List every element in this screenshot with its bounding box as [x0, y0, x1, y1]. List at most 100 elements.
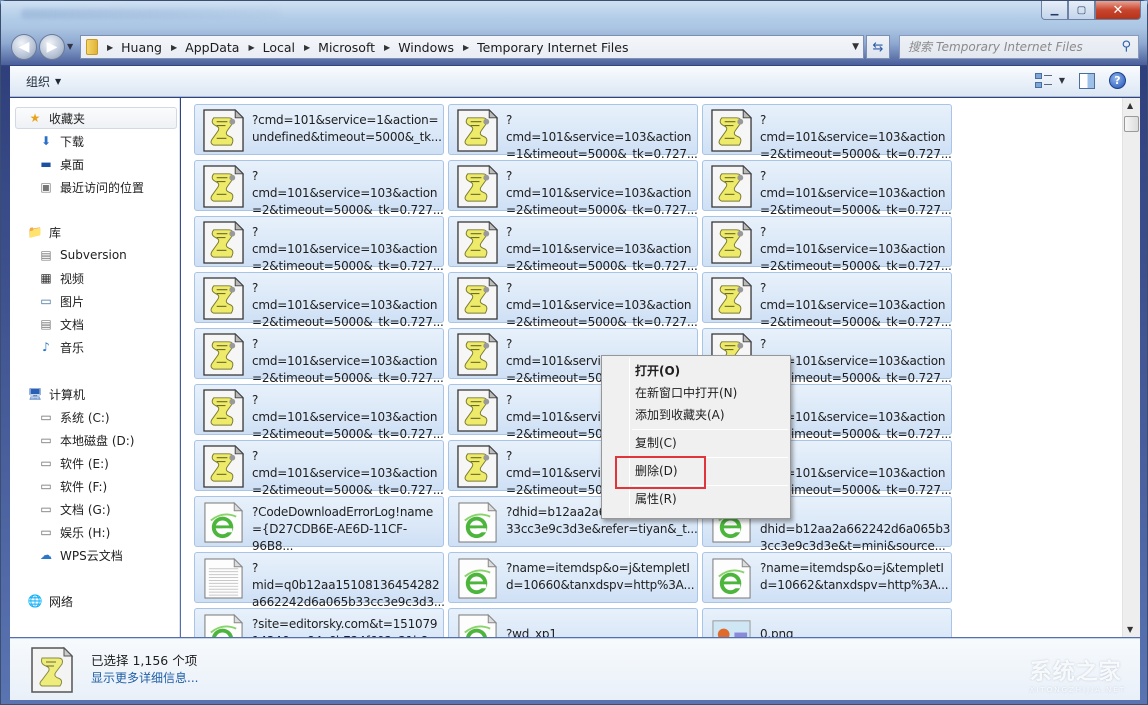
sidebar-item[interactable]: ▭ 娱乐 (H:) — [38, 522, 110, 542]
sidebar-item-label: 文档 (G:) — [60, 502, 111, 517]
breadcrumb-item[interactable]: ▶ Local — [239, 40, 295, 55]
script-file-icon — [203, 332, 245, 376]
context-menu-item[interactable]: 复制(C) — [635, 433, 677, 453]
sidebar-item[interactable]: ▭ 系统 (C:) — [38, 407, 109, 427]
file-item[interactable]: ?site=editorsky.com&t=151079 1434&c=84c6… — [194, 608, 445, 637]
sidebar-item[interactable]: ▭ 软件 (F:) — [38, 476, 107, 496]
show-more-details-link[interactable]: 显示更多详细信息... — [91, 669, 198, 686]
sidebar-header-network[interactable]: 🌐 网络 — [27, 591, 74, 611]
maximize-button[interactable]: ▢ — [1068, 1, 1095, 20]
refresh-button[interactable]: ⇆ — [866, 35, 890, 59]
back-button[interactable]: ◀ — [11, 34, 37, 60]
file-item[interactable]: ?mid=q0b12aa15108136454282 a662242d6a065… — [194, 552, 445, 609]
scroll-thumb[interactable] — [1124, 116, 1139, 132]
breadcrumb-separator-icon[interactable]: ▶ — [384, 43, 390, 52]
folder-icon — [86, 39, 98, 55]
context-menu-item[interactable]: 打开(O) — [635, 361, 680, 381]
sidebar-item[interactable]: ▭ 软件 (E:) — [38, 453, 108, 473]
file-item[interactable]: ?cmd=101&service=103&action =1&timeout=5… — [448, 104, 698, 161]
file-item[interactable]: ?cmd=101&service=103&action =2&timeout=5… — [702, 216, 952, 273]
breadcrumb-separator-icon[interactable]: ▶ — [304, 43, 310, 52]
change-view-icon[interactable] — [1034, 73, 1053, 88]
file-item[interactable]: ?cmd=101&service=103&action =2&timeout=5… — [194, 160, 444, 217]
navigation-pane: ★ 收藏夹 ⬇ 下载 ▬ 桌面 ▣ 最近访问的位置 📁 库 ▤ Subversion ▦ 视频 ▭ 图片 ▤ 文档… — [10, 98, 180, 637]
file-item[interactable]: ?cmd=101&service=103&action =2&timeout=5… — [194, 328, 444, 385]
sidebar-item[interactable]: ▦ 视频 — [38, 268, 84, 288]
file-item[interactable]: ?name=itemdsp&o=j&templetI d=10660&tanxd… — [448, 552, 698, 603]
scroll-down-icon[interactable]: ▼ — [1127, 625, 1133, 634]
file-item[interactable]: ?wd_xp1 — [448, 608, 698, 637]
context-menu-item[interactable]: 在新窗口中打开(N) — [635, 383, 737, 403]
sidebar-item[interactable]: ▭ 文档 (G:) — [38, 499, 111, 519]
breadcrumb-separator-icon[interactable]: ▶ — [171, 43, 177, 52]
help-icon[interactable]: ? — [1109, 72, 1126, 89]
sidebar-header-favorites[interactable]: ★ 收藏夹 — [15, 107, 177, 129]
breadcrumb-item[interactable]: ▶ Temporary Internet Files — [454, 40, 628, 55]
breadcrumb-item[interactable]: ▶ Microsoft — [295, 40, 375, 55]
sidebar-item[interactable]: ▤ Subversion — [38, 245, 127, 265]
file-name: ?cmd=101&service=103&action =2&timeout=5… — [252, 393, 444, 441]
close-button[interactable]: ✕ — [1095, 1, 1141, 20]
file-item[interactable]: ?cmd=101&service=103&action =2&timeout=5… — [194, 384, 444, 441]
sidebar-item[interactable]: ▭ 图片 — [38, 291, 84, 311]
script-file-icon — [203, 444, 245, 488]
file-item[interactable]: ?cmd=101&service=103&action =2&timeout=5… — [448, 216, 698, 273]
file-item[interactable]: 0.png — [702, 608, 952, 637]
script-file-icon — [31, 646, 74, 693]
vertical-scrollbar[interactable]: ▲ ▼ — [1122, 98, 1140, 637]
file-item[interactable]: ?cmd=101&service=1&action= undefined&tim… — [194, 104, 444, 155]
breadcrumb-separator-icon[interactable]: ▶ — [463, 43, 469, 52]
address-dropdown-icon[interactable]: ▼ — [852, 42, 859, 52]
scroll-up-icon[interactable]: ▲ — [1127, 101, 1133, 110]
sidebar-item[interactable]: ▣ 最近访问的位置 — [38, 177, 144, 197]
sidebar-item[interactable]: ▬ 桌面 — [38, 154, 84, 174]
breadcrumb-separator-icon[interactable]: ▶ — [107, 43, 113, 52]
recent-pages-dropdown[interactable]: ▼ — [67, 42, 75, 51]
sidebar-header-libraries[interactable]: 📁 库 — [27, 222, 62, 242]
file-item[interactable]: ?cmd=101&service=103&action =2&timeout=5… — [194, 216, 444, 273]
file-item[interactable]: ?cmd=101&service=103&action =2&timeout=5… — [448, 272, 698, 329]
script-file-icon — [457, 164, 499, 208]
sidebar-item[interactable]: ☁ WPS云文档 — [38, 545, 123, 565]
cloud-icon: ☁ — [40, 548, 52, 562]
file-item[interactable]: ?cmd=101&service=103&action =2&timeout=5… — [702, 160, 952, 217]
sidebar-item-label: Subversion — [60, 248, 127, 262]
caption-buttons: ▁ ▢ ✕ — [1041, 1, 1141, 20]
desktop-icon: ▬ — [40, 157, 52, 171]
search-box[interactable]: ⚲ — [899, 35, 1139, 59]
forward-button[interactable]: ▶ — [39, 34, 65, 60]
file-item[interactable]: ?cmd=101&service=103&action =2&timeout=5… — [194, 272, 444, 329]
library-icon: 📁 — [27, 225, 43, 239]
address-bar[interactable]: ▶ Huang ▶ AppData ▶ Local ▶ Microsoft ▶ Windows ▶ T… — [80, 35, 864, 59]
file-item[interactable]: ?CodeDownloadErrorLog!name ={D27CDB6E-AE… — [194, 496, 444, 553]
sidebar-item[interactable]: ▭ 本地磁盘 (D:) — [38, 430, 134, 450]
file-name: ?cmd=101&service=103&action =1&timeout=5… — [506, 113, 698, 161]
image-file-icon — [711, 613, 752, 637]
file-item[interactable]: ?cmd=101&service=103&action =2&timeout=5… — [702, 272, 952, 329]
file-item[interactable]: ?cmd=101&service=103&action =2&timeout=5… — [194, 440, 444, 497]
sidebar-item-label: 娱乐 (H:) — [60, 525, 111, 540]
sidebar-item-label: 音乐 — [60, 340, 85, 355]
preview-pane-icon[interactable] — [1079, 72, 1095, 89]
drive-icon: ▭ — [40, 479, 52, 493]
file-name: ?cmd=101&service=103&action =2&timeout=5… — [760, 225, 952, 273]
minimize-button[interactable]: ▁ — [1041, 1, 1068, 20]
organize-button[interactable]: 组织 ▼ — [26, 73, 61, 90]
file-item[interactable]: ?cmd=101&service=103&action =2&timeout=5… — [448, 160, 698, 217]
sidebar-item-label: 文档 — [60, 317, 85, 332]
file-item[interactable]: ?cmd=101&service=103&action =2&timeout=5… — [702, 104, 952, 161]
breadcrumb-separator-icon[interactable]: ▶ — [248, 43, 254, 52]
file-item[interactable]: ?name=itemdsp&o=j&templetI d=10662&tanxd… — [702, 552, 952, 603]
search-input[interactable] — [908, 40, 1108, 54]
sidebar-item[interactable]: ⬇ 下载 — [38, 131, 84, 151]
context-menu-item[interactable]: 添加到收藏夹(A) — [635, 405, 725, 425]
sidebar-item[interactable]: ▤ 文档 — [38, 314, 84, 334]
context-menu-item[interactable]: 属性(R) — [635, 489, 677, 509]
search-icon[interactable]: ⚲ — [1121, 39, 1131, 54]
breadcrumb-item[interactable]: ▶ AppData — [162, 40, 239, 55]
breadcrumb-item[interactable]: ▶ Huang — [98, 40, 162, 55]
sidebar-header-computer[interactable]: 🖥 计算机 — [27, 384, 85, 404]
view-options-dropdown[interactable]: ▼ — [1059, 76, 1065, 85]
breadcrumb-item[interactable]: ▶ Windows — [375, 40, 454, 55]
sidebar-item[interactable]: ♪ 音乐 — [38, 337, 84, 357]
